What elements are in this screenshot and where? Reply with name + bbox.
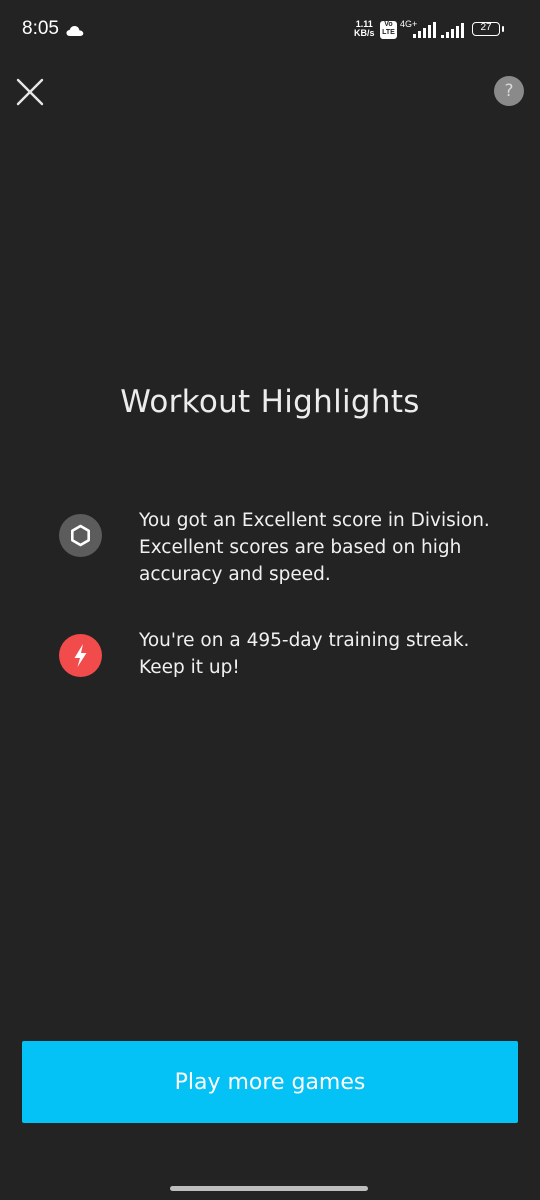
- highlight-text: You're on a 495-day training streak. Kee…: [139, 630, 470, 678]
- page-title: Workout Highlights: [120, 384, 420, 420]
- status-time: 8:05: [22, 18, 59, 39]
- help-button[interactable]: ?: [494, 76, 524, 106]
- signal-strength-icon: [412, 22, 436, 42]
- network-speed-unit: KB/s: [354, 28, 375, 38]
- hexagon-icon: [59, 514, 102, 557]
- battery-tip: [502, 26, 504, 32]
- highlight-text: You got an Excellent score in Division. …: [139, 510, 490, 585]
- close-button[interactable]: [14, 76, 46, 108]
- volte-icon: Vo LTE: [380, 21, 397, 39]
- network-speed: 1.11 KB/s: [354, 20, 375, 38]
- lightning-icon: [59, 634, 102, 677]
- volte-top-label: Vo: [384, 21, 393, 28]
- signal-strength-icon-2: [440, 22, 464, 42]
- play-more-games-button[interactable]: Play more games: [22, 1041, 518, 1123]
- battery-icon: 27: [472, 22, 500, 36]
- close-icon: [16, 78, 44, 106]
- status-bar: 8:05 1.11 KB/s Vo LTE 4G+ 27: [0, 0, 540, 60]
- volte-bottom-label: LTE: [382, 29, 395, 36]
- cloud-icon: [66, 22, 84, 41]
- battery-level: 27: [480, 22, 492, 33]
- home-indicator[interactable]: [170, 1186, 368, 1191]
